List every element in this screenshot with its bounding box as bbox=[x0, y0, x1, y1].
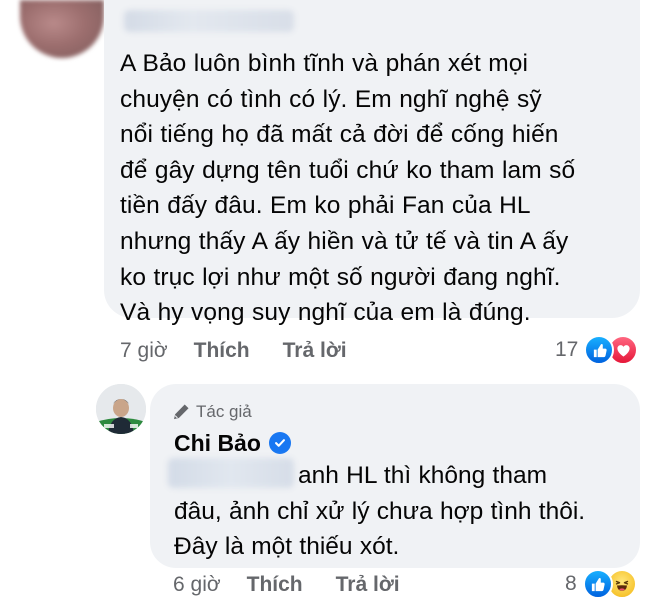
commenter-name-redacted[interactable] bbox=[124, 10, 294, 32]
pen-icon bbox=[172, 403, 190, 421]
comment-text: A Bảo luôn bình tĩnh và phán xét mọi chu… bbox=[120, 50, 576, 327]
reply-text: anh HL thì không tham đâu, ảnh chỉ xử lý… bbox=[174, 458, 634, 565]
reply-text-line1: anh HL thì không tham bbox=[298, 462, 547, 489]
reply-reply-button[interactable]: Trả lời bbox=[336, 573, 400, 597]
reply-text-rest: đâu, ảnh chỉ xử lý chưa hợp tình thôi. Đ… bbox=[174, 497, 586, 561]
comment-reactions[interactable]: 17 bbox=[555, 335, 639, 365]
reply-like-button[interactable]: Thích bbox=[247, 573, 303, 597]
commenter-avatar[interactable] bbox=[20, 0, 104, 58]
author-badge-label: Tác giả bbox=[196, 402, 252, 421]
comment-actions: 7 giờ Thích Trả lời bbox=[120, 336, 347, 366]
author-name-row: Chi Bảo bbox=[174, 428, 291, 458]
author-avatar[interactable] bbox=[96, 384, 146, 434]
comment-reaction-count: 17 bbox=[555, 338, 579, 361]
like-reaction-icon bbox=[582, 569, 613, 599]
author-avatar-image bbox=[96, 384, 146, 434]
verified-badge-icon bbox=[268, 432, 291, 454]
reply-reactions[interactable]: 8 bbox=[565, 569, 637, 599]
comment-reply-button[interactable]: Trả lời bbox=[283, 339, 347, 363]
author-badge: Tác giả bbox=[172, 400, 252, 424]
comment-like-button[interactable]: Thích bbox=[194, 339, 250, 363]
reply-reaction-count: 8 bbox=[565, 572, 577, 595]
author-name[interactable]: Chi Bảo bbox=[174, 430, 261, 457]
comment-time[interactable]: 7 giờ bbox=[120, 339, 168, 363]
reply-time[interactable]: 6 giờ bbox=[173, 573, 221, 597]
like-reaction-icon bbox=[584, 335, 615, 365]
reply-actions: 6 giờ Thích Trả lời bbox=[173, 570, 400, 600]
